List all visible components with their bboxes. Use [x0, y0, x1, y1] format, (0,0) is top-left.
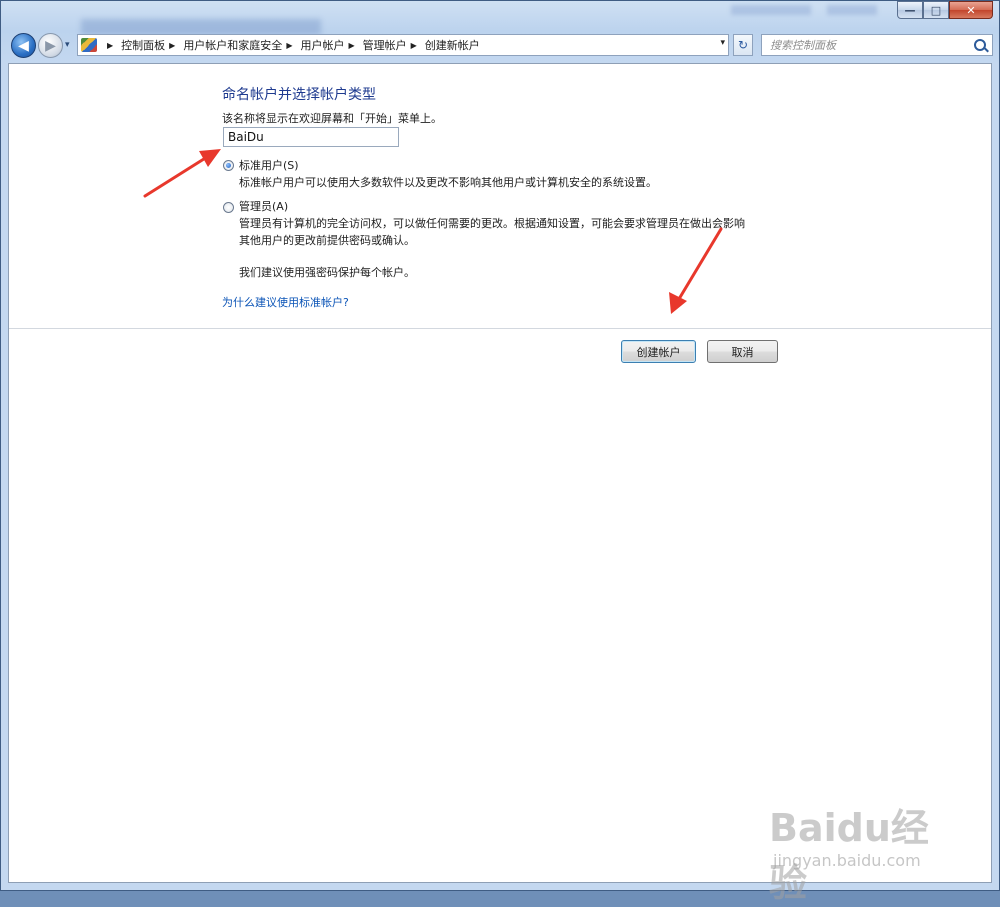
title-bar-blur	[731, 5, 811, 15]
standard-user-description: 标准帐户用户可以使用大多数软件以及更改不影响其他用户或计算机安全的系统设置。	[239, 176, 657, 189]
breadcrumb-item[interactable]: ▶ 控制面板	[103, 37, 165, 53]
why-standard-account-link[interactable]: 为什么建议使用标准帐户?	[222, 294, 349, 310]
breadcrumb-label[interactable]: 用户帐户和家庭安全	[183, 37, 282, 53]
breadcrumb-label[interactable]: 用户帐户	[300, 37, 344, 53]
administrator-label[interactable]: 管理员(A)	[239, 198, 288, 214]
standard-user-label[interactable]: 标准用户(S)	[239, 157, 299, 173]
explorer-window: — □ ✕ ◀ ▶ ▾ ▶ 控制面板 ▶ 用户帐户和家庭安全 ▶ 用户帐户 ▶ …	[0, 0, 1000, 905]
content-pane: 命名帐户并选择帐户类型 该名称将显示在欢迎屏幕和「开始」菜单上。 标准用户(S)…	[8, 63, 992, 883]
create-account-button[interactable]: 创建帐户	[621, 340, 696, 363]
page-title: 命名帐户并选择帐户类型	[222, 87, 376, 103]
refresh-button[interactable]: ↻	[733, 34, 753, 56]
minimize-button[interactable]: —	[897, 1, 923, 19]
watermark-url: jingyan.baidu.com	[773, 851, 921, 870]
account-name-input[interactable]	[223, 127, 399, 147]
chevron-right-icon[interactable]: ▶	[348, 41, 354, 50]
administrator-description: 其他用户的更改前提供密码或确认。	[239, 234, 415, 247]
recent-pages-dropdown-icon[interactable]: ▾	[65, 40, 75, 50]
standard-user-radio[interactable]	[223, 160, 234, 171]
baidu-watermark: Baidu经验 jingyan.baidu.com	[769, 789, 959, 905]
search-placeholder: 搜索控制面板	[770, 39, 836, 52]
name-prompt: 该名称将显示在欢迎屏幕和「开始」菜单上。	[222, 112, 442, 125]
breadcrumb-label[interactable]: 管理帐户	[363, 37, 407, 53]
control-panel-icon	[81, 38, 97, 52]
title-bar-blur	[827, 5, 877, 15]
password-recommendation: 我们建议使用强密码保护每个帐户。	[239, 266, 415, 279]
search-icon[interactable]	[974, 39, 986, 51]
back-button[interactable]: ◀	[11, 33, 36, 58]
maximize-button[interactable]: □	[923, 1, 949, 19]
caption-buttons: — □ ✕	[897, 1, 993, 19]
chevron-right-icon[interactable]: ▶	[286, 41, 292, 50]
chevron-right-icon[interactable]: ▶	[107, 41, 113, 50]
administrator-description: 管理员有计算机的完全访问权，可以做任何需要的更改。根据通知设置，可能会要求管理员…	[239, 217, 745, 230]
breadcrumb-label[interactable]: 控制面板	[121, 37, 165, 53]
breadcrumb-item[interactable]: ▶ 用户帐户	[282, 37, 344, 53]
chevron-right-icon[interactable]: ▶	[411, 41, 417, 50]
breadcrumb-label[interactable]: 创建新帐户	[425, 37, 480, 53]
cancel-button[interactable]: 取消	[707, 340, 778, 363]
chevron-right-icon[interactable]: ▶	[169, 41, 175, 50]
address-dropdown-icon[interactable]: ▾	[720, 38, 725, 48]
search-box[interactable]: 搜索控制面板	[761, 34, 993, 56]
navigation-bar: ◀ ▶ ▾ ▶ 控制面板 ▶ 用户帐户和家庭安全 ▶ 用户帐户 ▶ 管理帐户 ▶	[9, 32, 993, 59]
close-button[interactable]: ✕	[949, 1, 993, 19]
forward-button[interactable]: ▶	[38, 33, 63, 58]
administrator-radio[interactable]	[223, 202, 234, 213]
address-bar[interactable]: ▶ 控制面板 ▶ 用户帐户和家庭安全 ▶ 用户帐户 ▶ 管理帐户 ▶ 创建新帐户…	[77, 34, 729, 56]
divider	[9, 328, 991, 329]
breadcrumb-item[interactable]: ▶ 管理帐户	[344, 37, 406, 53]
breadcrumb-item[interactable]: ▶ 创建新帐户	[407, 37, 480, 53]
breadcrumb-item[interactable]: ▶ 用户帐户和家庭安全	[165, 37, 282, 53]
